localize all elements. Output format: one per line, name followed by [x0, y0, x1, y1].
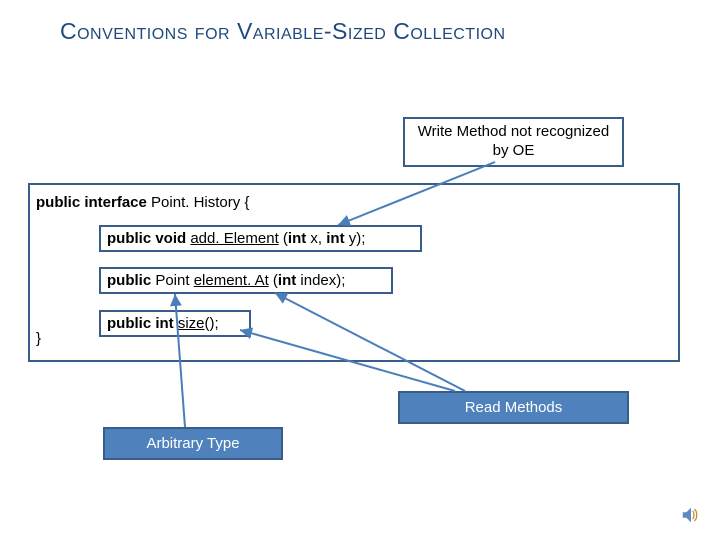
- m2-open: (: [269, 272, 278, 289]
- interface-decl: public interface Point. History {: [36, 194, 436, 211]
- m1-int2: int: [326, 230, 344, 247]
- m3-tail: ();: [205, 315, 219, 332]
- callout-write-method: Write Method not recognized by OE: [403, 117, 624, 167]
- m1-x: x,: [306, 230, 326, 247]
- method-add-element: public void add. Element (int x, int y);: [99, 225, 422, 252]
- m2-pre: public: [107, 272, 151, 289]
- method-size: public int size();: [99, 310, 251, 337]
- m2-int1: int: [278, 272, 296, 289]
- m2-name: element. At: [194, 272, 269, 289]
- label-arbitrary-type: Arbitrary Type: [103, 427, 283, 460]
- kw-public: public: [36, 194, 80, 211]
- iface-name: Point. History: [151, 194, 240, 211]
- m1-name: add. Element: [190, 230, 278, 247]
- method-element-at: public Point element. At (int index);: [99, 267, 393, 294]
- brace-close: }: [36, 330, 41, 347]
- brace-open: {: [244, 194, 249, 211]
- m1-tail: y);: [345, 230, 366, 247]
- m3-pre: public int: [107, 315, 178, 332]
- m1-pre: public void: [107, 230, 190, 247]
- speaker-icon[interactable]: [680, 504, 702, 526]
- m3-name: size: [178, 315, 205, 332]
- page-title: Conventions for Variable-Sized Collectio…: [60, 18, 660, 45]
- m1-int1: int: [288, 230, 306, 247]
- label-read-methods: Read Methods: [398, 391, 629, 424]
- m2-tail: index);: [296, 272, 345, 289]
- m2-mid1: Point: [151, 272, 194, 289]
- kw-interface: interface: [84, 194, 147, 211]
- m1-open: (: [279, 230, 288, 247]
- slide: Conventions for Variable-Sized Collectio…: [0, 0, 720, 540]
